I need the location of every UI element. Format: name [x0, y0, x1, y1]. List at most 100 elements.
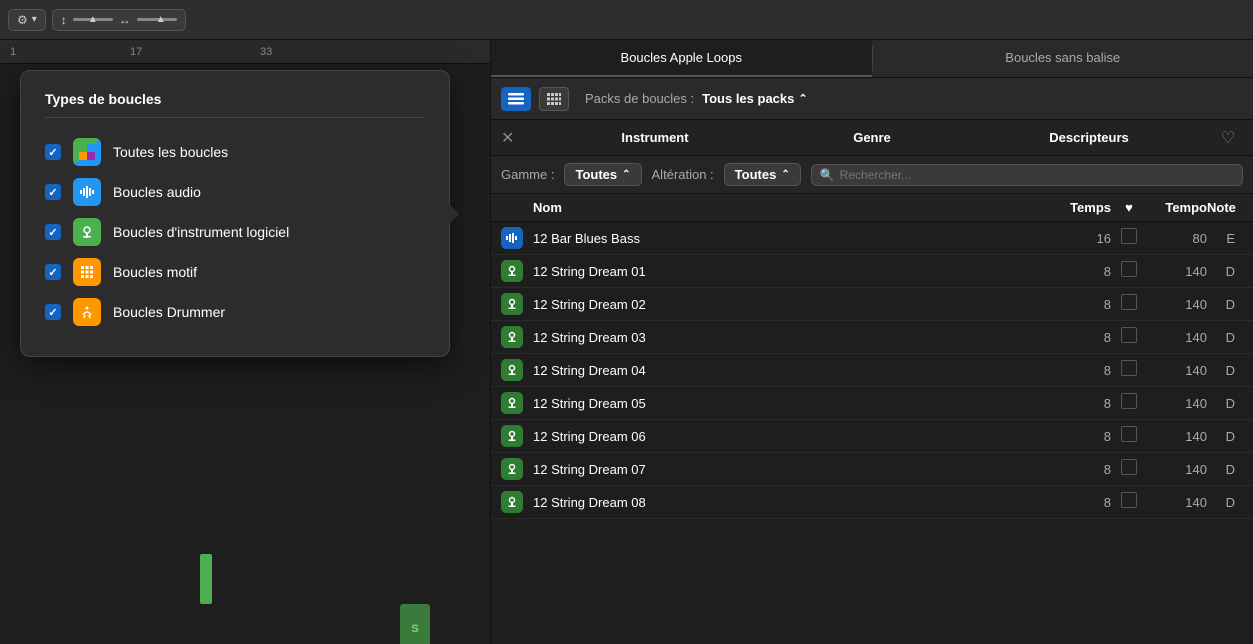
loop-types-popup: Types de boucles ✓ Toutes les boucles	[20, 70, 450, 357]
row-type-icon	[501, 326, 523, 348]
th-tempo[interactable]: Tempo	[1147, 200, 1207, 215]
table-header: Nom Temps ♥ Tempo Note	[491, 194, 1253, 222]
row-heart[interactable]	[1111, 459, 1147, 480]
row-note: D	[1207, 429, 1243, 444]
checkbox-all[interactable]: ✓	[45, 144, 61, 160]
table-row[interactable]: 12 String Dream 06 8 140 D	[491, 420, 1253, 453]
col-headers: ✕ Instrument Genre Descripteurs ♡	[491, 120, 1253, 156]
popup-arrow	[449, 204, 459, 224]
row-type-icon	[501, 425, 523, 447]
loop-type-motif[interactable]: ✓ Boucles motif	[45, 252, 425, 292]
row-name: 12 String Dream 01	[533, 264, 1051, 279]
heart-checkbox[interactable]	[1121, 360, 1137, 376]
table-row[interactable]: 12 String Dream 07 8 140 D	[491, 453, 1253, 486]
table-row[interactable]: 12 String Dream 03 8 140 D	[491, 321, 1253, 354]
checkbox-motif[interactable]: ✓	[45, 264, 61, 280]
ruler-mark-17: 17	[130, 46, 142, 58]
th-heart[interactable]: ♥	[1111, 200, 1147, 215]
heart-checkbox[interactable]	[1121, 294, 1137, 310]
packs-label: Packs de boucles :	[585, 91, 694, 106]
row-tempo: 140	[1147, 429, 1207, 444]
row-note: D	[1207, 264, 1243, 279]
row-name: 12 String Dream 07	[533, 462, 1051, 477]
main-layout: 1 17 33 Types de boucles ✓ Tou	[0, 40, 1253, 644]
row-heart[interactable]	[1111, 294, 1147, 315]
alteration-dropdown[interactable]: Toutes ⌃	[724, 163, 801, 186]
row-note: E	[1207, 231, 1243, 246]
th-temps[interactable]: Temps	[1051, 200, 1111, 215]
search-box[interactable]: 🔍	[811, 164, 1243, 186]
packs-select[interactable]: Tous les packs ⌃	[702, 91, 807, 106]
heart-checkbox[interactable]	[1121, 459, 1137, 475]
loop-type-soft-label: Boucles d'instrument logiciel	[113, 224, 289, 240]
col-instrument[interactable]: Instrument	[531, 130, 779, 145]
tab-apple-loops[interactable]: Boucles Apple Loops	[491, 40, 872, 77]
loop-type-soft[interactable]: ✓ Boucles d'instrument logiciel	[45, 212, 425, 252]
th-name[interactable]: Nom	[533, 200, 1051, 215]
row-heart[interactable]	[1111, 261, 1147, 282]
table-row[interactable]: 12 String Dream 08 8 140 D	[491, 486, 1253, 519]
pitch-speed-button[interactable]: ↕ ▲ ↔ ▲	[52, 9, 186, 31]
loop-type-motif-label: Boucles motif	[113, 264, 197, 280]
icon-soft-instrument	[73, 218, 101, 246]
heart-checkbox[interactable]	[1121, 228, 1137, 244]
check-icon-motif: ✓	[48, 266, 57, 279]
speed-icon: ↔	[119, 13, 131, 27]
gamme-value: Toutes	[575, 167, 617, 182]
checkbox-drummer[interactable]: ✓	[45, 304, 61, 320]
packs-value: Tous les packs	[702, 91, 794, 106]
table-row[interactable]: 12 String Dream 05 8 140 D	[491, 387, 1253, 420]
heart-checkbox[interactable]	[1121, 492, 1137, 508]
row-heart[interactable]	[1111, 228, 1147, 249]
col-genre[interactable]: Genre	[779, 130, 965, 145]
search-icon: 🔍	[820, 168, 835, 182]
row-heart[interactable]	[1111, 360, 1147, 381]
row-note: D	[1207, 330, 1243, 345]
row-name: 12 String Dream 08	[533, 495, 1051, 510]
row-heart[interactable]	[1111, 327, 1147, 348]
row-type-icon	[501, 392, 523, 414]
left-panel: 1 17 33 Types de boucles ✓ Tou	[0, 40, 490, 644]
icon-all-loops	[73, 138, 101, 166]
row-heart[interactable]	[1111, 393, 1147, 414]
row-name: 12 String Dream 04	[533, 363, 1051, 378]
close-filter-button[interactable]: ✕	[501, 128, 531, 148]
top-toolbar: ⚙ ▾ ↕ ▲ ↔ ▲	[0, 0, 1253, 40]
tab-sans-balise[interactable]: Boucles sans balise	[873, 40, 1253, 77]
row-temps: 8	[1051, 330, 1111, 345]
search-input[interactable]	[840, 168, 1234, 182]
loop-type-audio[interactable]: ✓ Boucles audio	[45, 172, 425, 212]
list-view-button[interactable]	[501, 87, 531, 111]
heart-checkbox[interactable]	[1121, 426, 1137, 442]
table-row[interactable]: 12 Bar Blues Bass 16 80 E	[491, 222, 1253, 255]
col-descriptors[interactable]: Descripteurs	[965, 130, 1213, 145]
gamme-chevron-icon: ⌃	[622, 169, 630, 180]
row-tempo: 80	[1147, 231, 1207, 246]
check-icon-drummer: ✓	[48, 306, 57, 319]
scale-filter: Gamme : Toutes ⌃ Altération : Toutes ⌃ 🔍	[491, 156, 1253, 194]
row-tempo: 140	[1147, 297, 1207, 312]
checkbox-audio[interactable]: ✓	[45, 184, 61, 200]
heart-checkbox[interactable]	[1121, 327, 1137, 343]
right-panel: Boucles Apple Loops Boucles sans balise	[490, 40, 1253, 644]
grid-view-button[interactable]	[539, 87, 569, 111]
table-row[interactable]: 12 String Dream 04 8 140 D	[491, 354, 1253, 387]
ruler: 1 17 33	[0, 40, 490, 64]
heart-checkbox[interactable]	[1121, 393, 1137, 409]
gamme-dropdown[interactable]: Toutes ⌃	[564, 163, 641, 186]
row-temps: 8	[1051, 363, 1111, 378]
loop-type-all[interactable]: ✓ Toutes les boucles	[45, 132, 425, 172]
heart-checkbox[interactable]	[1121, 261, 1137, 277]
heart-filter-button[interactable]: ♡	[1213, 128, 1243, 148]
row-note: D	[1207, 297, 1243, 312]
row-heart[interactable]	[1111, 426, 1147, 447]
table-row[interactable]: 12 String Dream 02 8 140 D	[491, 288, 1253, 321]
gear-button[interactable]: ⚙ ▾	[8, 9, 46, 31]
row-heart[interactable]	[1111, 492, 1147, 513]
check-icon-audio: ✓	[48, 186, 57, 199]
filter-bar: Packs de boucles : Tous les packs ⌃	[491, 78, 1253, 120]
table-row[interactable]: 12 String Dream 01 8 140 D	[491, 255, 1253, 288]
th-note[interactable]: Note	[1207, 200, 1243, 215]
checkbox-soft[interactable]: ✓	[45, 224, 61, 240]
loop-type-drummer[interactable]: ✓ Boucles Drummer	[45, 292, 425, 332]
